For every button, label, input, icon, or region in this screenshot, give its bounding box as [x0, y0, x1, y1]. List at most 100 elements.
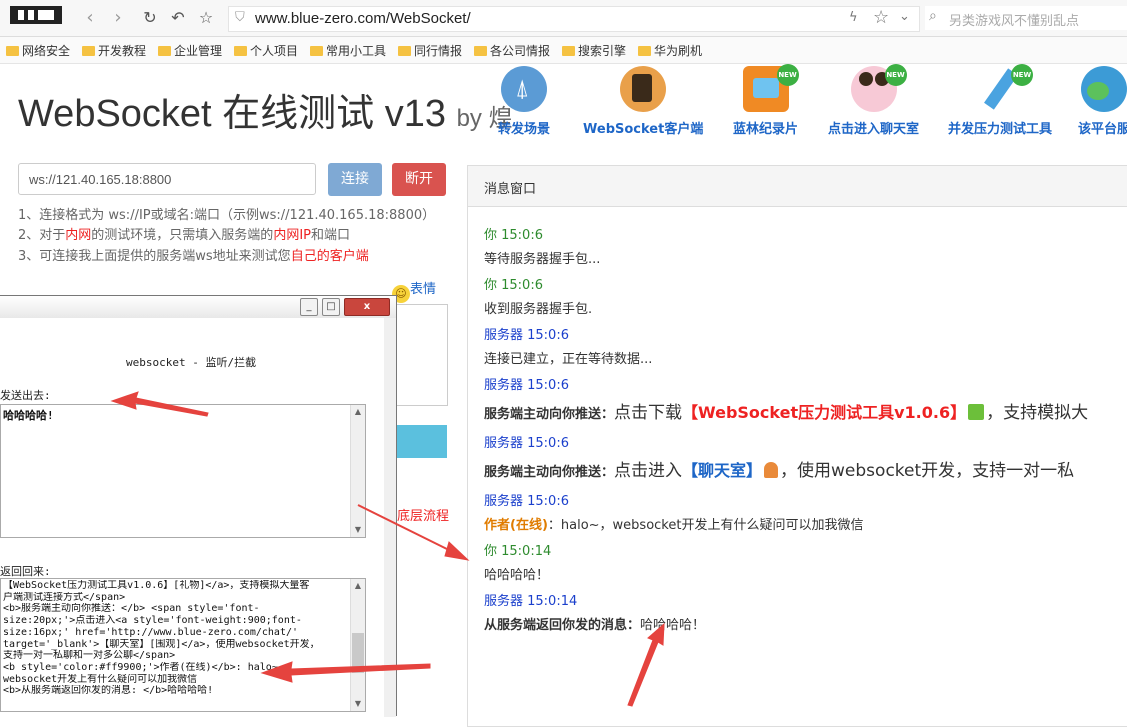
stress-tool-link[interactable]: 【WebSocket压力测试工具v1.0.6】 — [682, 403, 966, 422]
url-text: www.blue-zero.com/WebSocket/ — [255, 10, 471, 27]
arrow-to-panel-head — [444, 541, 470, 561]
undo-icon[interactable]: ↶ — [168, 8, 188, 28]
speaker-icon — [620, 66, 667, 112]
monitor-window: _ □ x websocket - 监听/拦截 发送出去: 哈哈哈哈! ▲ ▼ 返… — [0, 295, 397, 717]
search-placeholder: 另类游戏风不懂别乱点 — [949, 14, 1080, 29]
feature-websocket-client[interactable]: WebSocket客户端 — [583, 66, 703, 137]
feature-documentary[interactable]: NEW 蓝林纪录片 — [733, 64, 799, 137]
folder-icon — [474, 46, 487, 56]
message-item: 你 15:0:6 等待服务器握手包... — [484, 228, 601, 267]
folder-icon — [562, 46, 575, 56]
folder-icon — [234, 46, 247, 56]
recv-line: size:16px;' href='http://www.blue-zero.c… — [3, 626, 299, 638]
connect-button[interactable]: 连接 — [328, 163, 382, 196]
bookmark-item[interactable]: 同行情报 — [398, 42, 462, 59]
recv-textarea[interactable]: 【WebSocket压力测试工具v1.0.6】[礼物]</a>，支持模拟大量客 … — [0, 578, 366, 712]
browser-toolbar: ‹ › ↻ ↶ ☆ ⛉ www.blue-zero.com/WebSocket/… — [0, 0, 1127, 37]
send-button[interactable] — [397, 425, 447, 458]
shield-icon: ⛉ — [235, 10, 245, 25]
antenna-icon: ⍋ — [501, 66, 547, 112]
message-item: 你 15:0:6 收到服务器握手包. — [484, 278, 593, 317]
recv-line: 【WebSocket压力测试工具v1.0.6】[礼物]</a>，支持模拟大量客 — [3, 580, 310, 591]
window-titlebar[interactable]: _ □ x — [0, 296, 396, 318]
browser-logo — [10, 6, 62, 24]
bookmark-item[interactable]: 华为刷机 — [638, 42, 702, 59]
chatroom-link[interactable]: 【聊天室】 — [682, 461, 762, 480]
recv-label: 返回回来: — [0, 565, 51, 578]
globe-icon — [1081, 66, 1127, 112]
hint-line-2: 2、对于内网的测试环境，只需填入服务端的内网IP和端口 — [18, 228, 351, 243]
message-item: 服务器 15:0:6 连接已建立，正在等待数据... — [484, 328, 653, 367]
lightning-icon[interactable]: ϟ — [849, 10, 858, 25]
url-bar[interactable]: ⛉ www.blue-zero.com/WebSocket/ ϟ ☆ ⌄ — [228, 6, 920, 32]
message-item: 服务器 15:0:6 作者(在线)：halo~，websocket开发上有什么疑… — [484, 494, 864, 533]
bookmark-item[interactable]: 开发教程 — [82, 42, 146, 59]
message-item: 服务器 15:0:6 服务端主动向你推送：点击下载【WebSocket压力测试工… — [484, 378, 1089, 423]
message-item: 服务器 15:0:6 服务端主动向你推送：点击进入【聊天室】 ，使用websock… — [484, 436, 1075, 481]
send-textarea[interactable]: 哈哈哈哈! ▲ ▼ — [0, 404, 366, 538]
message-textarea[interactable] — [397, 304, 448, 406]
emoji-button[interactable]: ☺ 表情 — [392, 278, 436, 303]
chevron-down-icon[interactable]: ⌄ — [899, 9, 910, 24]
send-scrollbar[interactable]: ▲ ▼ — [350, 405, 365, 537]
message-panel-header: 消息窗口 — [468, 166, 1127, 207]
maximize-icon[interactable]: □ — [322, 298, 340, 316]
bookmark-item[interactable]: 搜索引擎 — [562, 42, 626, 59]
recv-line: 支持一对一私聊和一对多公聊</span> — [3, 650, 176, 662]
search-box[interactable]: ⌕ 另类游戏风不懂别乱点 — [925, 6, 1127, 30]
bookmark-star-icon[interactable]: ☆ — [873, 7, 889, 28]
bookmark-item[interactable]: 个人项目 — [234, 42, 298, 59]
recv-line: size:20px;'>点击进入<a style='font-weight:90… — [3, 615, 302, 627]
folder-icon — [158, 46, 171, 56]
new-badge: NEW — [776, 64, 799, 86]
gift-icon — [968, 404, 985, 420]
hint-line-1: 1、连接格式为 ws://IP或域名:端口（示例ws://121.40.165.… — [18, 208, 436, 223]
recv-line: target='_blank'>【聊天室】[围观]</a>，使用websocke… — [3, 638, 320, 650]
forward-icon[interactable]: › — [108, 8, 128, 28]
new-badge: NEW — [1011, 64, 1033, 86]
recv-line: <b>从服务端返回你发的消息: </b>哈哈哈哈! — [3, 685, 214, 697]
window-border — [384, 318, 396, 717]
send-value: 哈哈哈哈! — [3, 409, 54, 422]
people-icon: NEW — [850, 64, 907, 112]
new-badge: NEW — [884, 64, 907, 86]
bookmark-item[interactable]: 各公司情报 — [474, 42, 550, 59]
feature-stress-tool[interactable]: NEW 并发压力测试工具 — [948, 64, 1052, 137]
folder-icon — [398, 46, 411, 56]
window-content: websocket - 监听/拦截 发送出去: 哈哈哈哈! ▲ ▼ 返回回来: 【… — [0, 318, 384, 717]
ws-address-input[interactable] — [18, 163, 316, 195]
bookmarks-bar: 网络安全 开发教程 企业管理 个人项目 常用小工具 同行情报 各公司情报 搜索引… — [0, 37, 1127, 64]
recv-line: <b>服务端主动向你推送：</b> <span style='font- — [3, 603, 260, 615]
reload-icon[interactable]: ↻ — [140, 8, 160, 28]
flow-link[interactable]: 底层流程 — [397, 505, 449, 524]
scroll-thumb[interactable] — [352, 633, 364, 673]
message-panel: 消息窗口 你 15:0:6 等待服务器握手包... 你 15:0:6 收到服务器… — [467, 165, 1127, 727]
people-icon — [764, 462, 779, 478]
send-label: 发送出去: — [0, 389, 51, 402]
bookmark-item[interactable]: 网络安全 — [6, 42, 70, 59]
recv-line: websocket开发上有什么疑问可以加我微信 — [3, 673, 198, 685]
bookmark-item[interactable]: 常用小工具 — [310, 42, 386, 59]
folder-icon — [638, 46, 651, 56]
window-heading: websocket - 监听/拦截 — [126, 356, 257, 369]
recv-scrollbar[interactable]: ▲ ▼ — [350, 579, 365, 711]
minimize-icon[interactable]: _ — [300, 298, 318, 316]
star-icon[interactable]: ☆ — [196, 8, 216, 28]
folder-icon — [6, 46, 19, 56]
message-item: 服务器 15:0:14 从服务端返回你发的消息：哈哈哈哈！ — [484, 594, 706, 633]
search-icon: ⌕ — [929, 8, 937, 24]
tv-icon: NEW — [742, 64, 799, 112]
feature-platform[interactable]: 该平台服 — [1078, 66, 1127, 137]
close-icon[interactable]: x — [344, 298, 390, 316]
back-icon[interactable]: ‹ — [80, 8, 100, 28]
pencil-icon: NEW — [977, 64, 1033, 112]
hint-line-3: 3、可连接我上面提供的服务端ws地址来测试您自己的客户端 — [18, 249, 369, 264]
recv-line: <b style='color:#ff9900;'>作者(在线)</b>: ha… — [3, 661, 288, 673]
bookmark-item[interactable]: 企业管理 — [158, 42, 222, 59]
page-title: WebSocket 在线测试 v13 by 煌 — [18, 93, 513, 135]
message-item: 你 15:0:14 哈哈哈哈！ — [484, 544, 552, 583]
feature-forwarding[interactable]: ⍋ 转发场景 — [498, 66, 550, 137]
recv-line: 户端测试连接方式</span> — [3, 591, 126, 603]
feature-chatroom[interactable]: NEW 点击进入聊天室 — [828, 64, 919, 137]
disconnect-button[interactable]: 断开 — [392, 163, 446, 196]
